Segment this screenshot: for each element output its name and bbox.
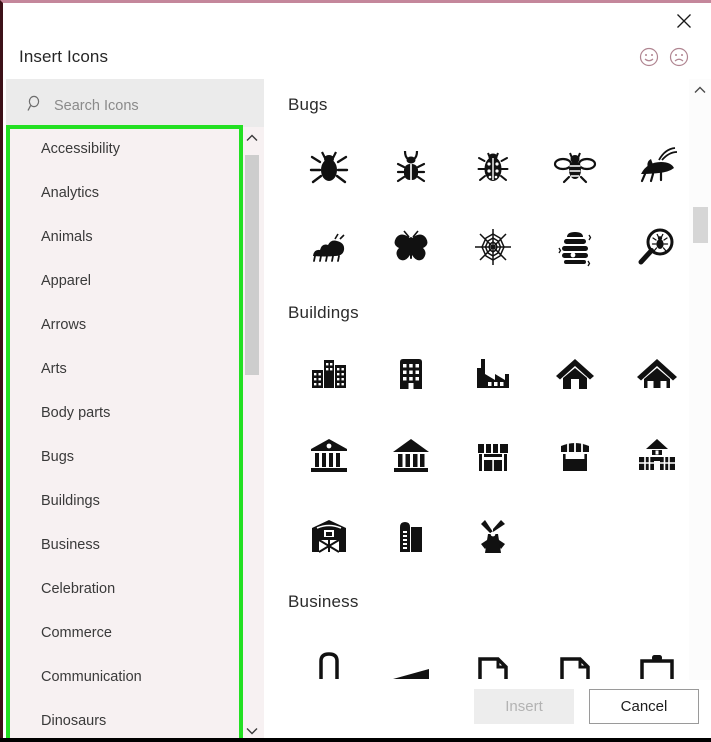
dialog-footer: Insert Cancel — [264, 680, 711, 742]
cityscape-icon[interactable] — [288, 333, 370, 414]
page-title: Insert Icons — [19, 47, 109, 66]
caterpillar-icon[interactable] — [288, 206, 370, 287]
section-title-buildings: Buildings — [288, 303, 359, 322]
bank-icon[interactable] — [288, 414, 370, 495]
ladybug-icon[interactable] — [452, 125, 534, 206]
silo-icon[interactable] — [370, 495, 452, 576]
gallery-scrollbar[interactable] — [689, 79, 711, 742]
sidebar-item-buildings[interactable]: Buildings — [6, 479, 242, 523]
sidebar-item-label: Dinosaurs — [41, 713, 107, 729]
grasshopper-icon[interactable] — [616, 125, 689, 206]
windmill-icon[interactable] — [452, 495, 534, 576]
sidebar-item-analytics[interactable]: Analytics — [6, 171, 242, 215]
sidebar-item-label: Communication — [41, 669, 142, 685]
icon-grid-buildings — [264, 323, 689, 576]
icon-gallery: Bugs Buildings Business — [264, 79, 689, 680]
close-icon[interactable] — [669, 8, 699, 34]
market-stall-icon[interactable] — [534, 414, 616, 495]
window-bottom-strip — [0, 738, 711, 742]
cancel-button[interactable]: Cancel — [589, 689, 699, 724]
sidebar-item-accessibility[interactable]: Accessibility — [6, 127, 242, 171]
category-scroll-thumb[interactable] — [245, 155, 259, 375]
gallery-scroll-thumb[interactable] — [693, 207, 708, 243]
document-fold-2-icon[interactable] — [534, 622, 616, 680]
butterfly-icon[interactable] — [370, 206, 452, 287]
sidebar-item-label: Apparel — [41, 273, 91, 289]
section-title-bugs: Bugs — [288, 95, 328, 114]
bee-icon[interactable] — [534, 125, 616, 206]
bug-search-icon[interactable] — [616, 206, 689, 287]
sidebar-item-bugs[interactable]: Bugs — [6, 435, 242, 479]
briefcase-icon[interactable] — [616, 622, 689, 680]
sidebar-item-arts[interactable]: Arts — [6, 347, 242, 391]
document-fold-icon[interactable] — [452, 622, 534, 680]
section-title-business: Business — [288, 592, 359, 611]
category-list: Accessibility Analytics Animals Apparel … — [6, 127, 242, 742]
sidebar-item-label: Arts — [41, 361, 67, 377]
home-icon[interactable] — [616, 333, 689, 414]
sidebar-item-business[interactable]: Business — [6, 523, 242, 567]
sidebar-item-label: Bugs — [41, 449, 75, 465]
sidebar-item-communication[interactable]: Communication — [6, 655, 242, 699]
chevron-up-icon[interactable] — [242, 127, 262, 149]
beetle-icon[interactable] — [288, 125, 370, 206]
sidebar-item-celebration[interactable]: Celebration — [6, 567, 242, 611]
sidebar-item-dinosaurs[interactable]: Dinosaurs — [6, 699, 242, 742]
museum-icon[interactable] — [370, 414, 452, 495]
sidebar-item-arrows[interactable]: Arrows — [6, 303, 242, 347]
smiley-sad-icon[interactable] — [668, 46, 690, 68]
office-building-icon[interactable] — [370, 333, 452, 414]
sidebar-item-commerce[interactable]: Commerce — [6, 611, 242, 655]
sidebar-item-apparel[interactable]: Apparel — [6, 259, 242, 303]
icon-grid-bugs — [264, 115, 689, 287]
icon-grid-business — [264, 612, 689, 680]
category-scrollbar[interactable] — [242, 127, 262, 742]
ramp-icon[interactable] — [370, 622, 452, 680]
insert-button[interactable]: Insert — [474, 689, 574, 724]
house-icon[interactable] — [534, 333, 616, 414]
factory-icon[interactable] — [452, 333, 534, 414]
sidebar-item-label: Celebration — [41, 581, 116, 597]
spiderweb-icon[interactable] — [452, 206, 534, 287]
chevron-up-icon[interactable] — [689, 79, 711, 101]
school-icon[interactable] — [616, 414, 689, 495]
sidebar-item-animals[interactable]: Animals — [6, 215, 242, 259]
sidebar-item-label: Animals — [41, 229, 93, 245]
sidebar-item-label: Arrows — [41, 317, 87, 333]
sidebar-item-label: Accessibility — [41, 141, 120, 157]
sidebar-item-label: Business — [41, 537, 100, 553]
insert-icons-dialog: Insert Icons Search Icons Accessibility … — [0, 0, 711, 742]
sidebar-item-label: Body parts — [41, 405, 111, 421]
beehive-icon[interactable] — [534, 206, 616, 287]
store-icon[interactable] — [452, 414, 534, 495]
search-box — [6, 79, 264, 133]
bug-icon[interactable] — [370, 125, 452, 206]
dialog-titlebar: Insert Icons — [3, 3, 711, 79]
sidebar-item-label: Commerce — [41, 625, 112, 641]
search-icon — [27, 95, 45, 113]
arch-icon[interactable] — [288, 622, 370, 680]
sidebar-item-label: Buildings — [41, 493, 100, 509]
barn-icon[interactable] — [288, 495, 370, 576]
category-panel: Accessibility Analytics Animals Apparel … — [6, 127, 264, 742]
sidebar-item-label: Analytics — [41, 185, 100, 201]
smiley-happy-icon[interactable] — [638, 46, 660, 68]
search-input[interactable] — [52, 92, 256, 120]
sidebar-item-body-parts[interactable]: Body parts — [6, 391, 242, 435]
